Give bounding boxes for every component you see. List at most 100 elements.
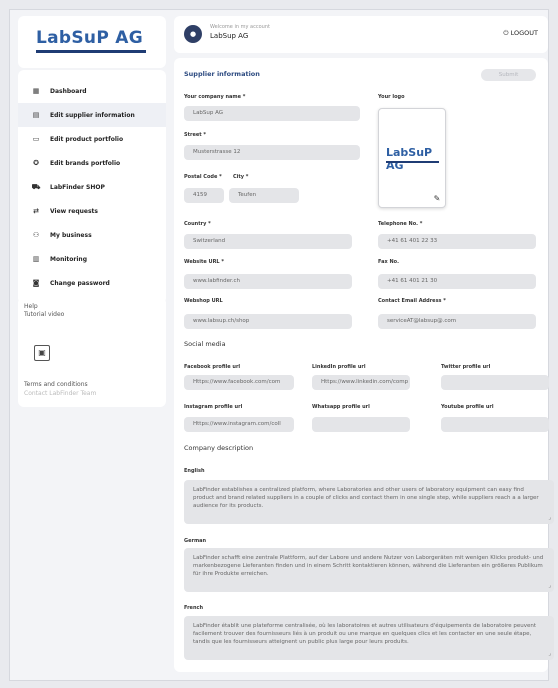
user-icon: ●	[189, 30, 197, 38]
street-label: Street *	[184, 132, 206, 138]
brand-logo-underline	[36, 50, 146, 53]
submit-button[interactable]: Submit	[481, 69, 536, 81]
help-link[interactable]: Help	[24, 303, 38, 310]
resize-handle-icon[interactable]: ⌟	[548, 650, 551, 658]
facebook-label: Facebook profile url	[184, 364, 241, 370]
power-icon: ⏻	[503, 29, 509, 37]
youtube-label: Youtube profile url	[441, 404, 494, 410]
brand-logo-text: LabSuP AG	[36, 28, 144, 48]
youtube-field[interactable]	[441, 417, 549, 432]
webshop-field[interactable]: www.labsup.ch/shop	[184, 314, 352, 329]
logo-preview-underline	[386, 161, 439, 163]
email-field[interactable]: serviceAT@labsup@.com	[378, 314, 536, 329]
brands-icon: ✪	[33, 159, 39, 167]
sidebar-item-label: My business	[50, 231, 92, 239]
facebook-field[interactable]: Https://www.facebook.com/com	[184, 375, 294, 390]
english-description[interactable]: LabFinder establishes a centralized plat…	[184, 480, 554, 524]
english-description-text: LabFinder establishes a centralized plat…	[193, 487, 539, 509]
linkedin-field[interactable]: Https://www.linkedin.com/comp	[312, 375, 410, 390]
logo-preview: LabSuP AG ✎	[378, 108, 446, 208]
instagram-field[interactable]: Https://www.instagram.com/coll	[184, 417, 294, 432]
sidebar-item-label: Edit product portfolio	[50, 135, 124, 143]
sidebar-item-edit-product[interactable]: ▭ Edit product portfolio	[18, 127, 166, 151]
resize-handle-icon[interactable]: ⌟	[548, 514, 551, 522]
sidebar-item-label: View requests	[50, 207, 98, 215]
password-icon: ◙	[32, 279, 40, 287]
social-media-heading: Social media	[184, 340, 226, 348]
email-label: Contact Email Address *	[378, 298, 446, 304]
top-header: ● Welcome in my account LabSup AG ⏻ LOGO…	[174, 16, 548, 53]
whatsapp-field[interactable]	[312, 417, 410, 432]
sidebar-item-edit-supplier[interactable]: ▤ Edit supplier information	[18, 103, 166, 127]
german-description-text: LabFinder schafft eine zentrale Plattfor…	[193, 555, 544, 577]
company-description-heading: Company description	[184, 444, 254, 452]
resize-handle-icon[interactable]: ⌟	[548, 582, 551, 590]
tutorial-video-link[interactable]: Tutorial video	[24, 311, 64, 318]
product-icon: ▭	[32, 135, 40, 143]
postal-code-label: Postal Code *	[184, 174, 222, 180]
presentation-icon[interactable]: ▣	[34, 345, 50, 361]
sidebar-item-my-business[interactable]: ⚇ My business	[18, 223, 166, 247]
page-title: Supplier information	[184, 70, 260, 78]
supplier-form: Supplier information Submit Your company…	[174, 58, 554, 672]
logo-label: Your logo	[378, 94, 405, 100]
sidebar: LabSuP AG ▦ Dashboard ▤ Edit supplier in…	[18, 16, 166, 672]
telephone-label: Telephone No. *	[378, 221, 423, 227]
french-label: French	[184, 605, 204, 611]
terms-link[interactable]: Terms and conditions	[24, 381, 88, 388]
country-label: Country *	[184, 221, 211, 227]
city-label: City *	[233, 174, 249, 180]
sidebar-item-monitoring[interactable]: ▥ Monitoring	[18, 247, 166, 271]
fax-label: Fax No.	[378, 259, 399, 265]
sidebar-item-label: Dashboard	[50, 87, 87, 95]
monitoring-icon: ▥	[32, 255, 40, 263]
logout-label: LOGOUT	[510, 29, 538, 37]
sidebar-item-label: Monitoring	[50, 255, 87, 263]
company-name-field[interactable]: LabSup AG	[184, 106, 360, 121]
whatsapp-label: Whatsapp profile url	[312, 404, 370, 410]
contact-link[interactable]: Contact LabFinder Team	[24, 390, 96, 397]
sidebar-nav: ▦ Dashboard ▤ Edit supplier information …	[18, 70, 166, 304]
french-description-text: LabFinder établit une plateforme central…	[193, 623, 537, 645]
brand-logo[interactable]: LabSuP AG	[18, 16, 166, 68]
sidebar-item-label: Change password	[50, 279, 110, 287]
twitter-label: Twitter profile url	[441, 364, 491, 370]
german-label: German	[184, 538, 207, 544]
postal-code-field[interactable]: 4159	[184, 188, 224, 203]
sidebar-item-change-password[interactable]: ◙ Change password	[18, 271, 166, 295]
avatar[interactable]: ●	[184, 25, 202, 43]
website-label: Website URL *	[184, 259, 224, 265]
sidebar-item-edit-brands[interactable]: ✪ Edit brands portfolio	[18, 151, 166, 175]
linkedin-label: LinkedIn profile url	[312, 364, 366, 370]
sidebar-item-shop[interactable]: ⛟ LabFinder SHOP	[18, 175, 166, 199]
business-icon: ⚇	[32, 231, 40, 239]
sidebar-item-label: Edit supplier information	[50, 111, 135, 119]
country-field[interactable]: Switzerland	[184, 234, 352, 249]
shop-icon: ⛟	[31, 182, 41, 191]
welcome-text: Welcome in my account	[210, 24, 270, 30]
twitter-field[interactable]	[441, 375, 549, 390]
sidebar-item-view-requests[interactable]: ⇄ View requests	[18, 199, 166, 223]
requests-icon: ⇄	[33, 207, 39, 215]
edit-icon[interactable]: ✎	[431, 193, 443, 205]
sidebar-item-label: Edit brands portfolio	[50, 159, 121, 167]
help-panel: Help Tutorial video ▣ Terms and conditio…	[18, 297, 166, 407]
logout-button[interactable]: ⏻ LOGOUT	[503, 29, 538, 38]
dashboard-icon: ▦	[32, 87, 40, 95]
website-field[interactable]: www.labfinder.ch	[184, 274, 352, 289]
company-name-label: Your company name *	[184, 94, 246, 100]
supplier-icon: ▤	[32, 111, 40, 119]
english-label: English	[184, 468, 205, 474]
street-field[interactable]: Musterstrasse 12	[184, 145, 360, 160]
header-company-name: LabSup AG	[210, 32, 249, 40]
german-description[interactable]: LabFinder schafft eine zentrale Plattfor…	[184, 548, 554, 592]
sidebar-item-dashboard[interactable]: ▦ Dashboard	[18, 79, 166, 103]
fax-field[interactable]: +41 61 401 21 30	[378, 274, 536, 289]
sidebar-item-label: LabFinder SHOP	[50, 183, 105, 191]
telephone-field[interactable]: +41 61 401 22 33	[378, 234, 536, 249]
city-field[interactable]: Teufen	[229, 188, 299, 203]
french-description[interactable]: LabFinder établit une plateforme central…	[184, 616, 554, 660]
webshop-label: Webshop URL	[184, 298, 223, 304]
instagram-label: Instagram profile url	[184, 404, 243, 410]
logo-preview-text: LabSuP AG	[386, 146, 433, 172]
